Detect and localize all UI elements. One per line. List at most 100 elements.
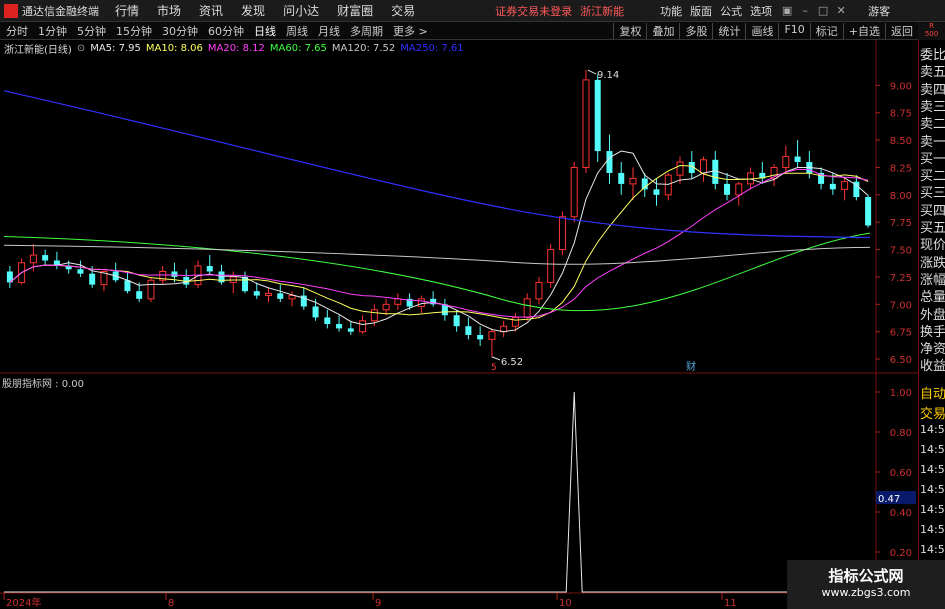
menu-item-options[interactable]: 选项	[750, 3, 772, 19]
price-tick-label: 7.50	[890, 246, 912, 257]
price-tick-label: 8.50	[890, 136, 912, 147]
login-notice[interactable]: 证券交易未登录	[495, 3, 572, 19]
f10-button[interactable]: F10	[778, 22, 809, 39]
candle-body	[324, 317, 331, 325]
adjust-button[interactable]: 复权	[613, 22, 646, 39]
watermark: 指标公式网 www.zbgs3.com	[787, 560, 945, 609]
legend-toggle-icon[interactable]: ⊙	[77, 43, 85, 54]
menu-item-function[interactable]: 功能	[660, 3, 682, 19]
ma120-label: MA120: 7.52	[331, 42, 396, 54]
time-tick-label: 10	[559, 598, 572, 609]
high-marker-line	[587, 69, 597, 75]
tab-intraday[interactable]: 分时	[6, 23, 28, 39]
price-tick-label: 8.75	[890, 109, 912, 120]
low-marker-line	[491, 356, 501, 361]
side-label-14: 总量	[920, 290, 945, 306]
side-label-15: 外盘	[920, 307, 945, 323]
candle-body	[370, 309, 378, 322]
skin-icon[interactable]: ▣	[780, 4, 794, 17]
stats-button[interactable]: 统计	[712, 22, 745, 39]
candle-body	[794, 156, 801, 162]
side-label-7: 买二	[920, 169, 945, 185]
side-label-12: 涨跌	[920, 255, 945, 271]
side-lower-5: 14:56	[920, 483, 945, 496]
candle-body	[147, 279, 155, 300]
side-lower-3: 14:56	[920, 443, 945, 456]
side-lower-2: 14:56	[920, 423, 945, 436]
candle-body	[865, 197, 872, 226]
candle-body	[735, 183, 743, 196]
side-lower-6: 14:56	[920, 503, 945, 516]
tab-5min[interactable]: 5分钟	[77, 23, 106, 39]
tab-60min[interactable]: 60分钟	[208, 23, 244, 39]
indicator-title: 股朋指标网 : 0.00	[2, 379, 84, 390]
side-label-13: 涨幅	[920, 272, 945, 288]
candle-body	[265, 292, 273, 297]
candle-body	[347, 328, 354, 332]
candle-body	[488, 331, 496, 340]
side-label-8: 买三	[920, 186, 945, 202]
tab-weekly[interactable]: 周线	[286, 23, 308, 39]
tab-15min[interactable]: 15分钟	[116, 23, 152, 39]
candle-body	[629, 177, 637, 185]
candle-body	[417, 298, 425, 308]
r-label: R	[929, 22, 934, 30]
candle-body	[782, 156, 790, 168]
candle-body	[724, 183, 731, 195]
guest-label[interactable]: 游客	[868, 3, 890, 19]
tab-daily[interactable]: 日线	[254, 23, 276, 39]
candle-body	[511, 316, 519, 327]
watermark-title: 指标公式网	[828, 567, 904, 585]
price-tick-label: 7.25	[890, 273, 912, 284]
ma-legend: 浙江新能(日线) ⊙ MA5: 7.95 MA10: 8.06 MA20: 8.…	[0, 40, 469, 56]
menu-item-news[interactable]: 资讯	[199, 2, 223, 19]
side-lower-0: 自动	[920, 387, 945, 402]
ma5-line	[9, 150, 869, 333]
overlay-button[interactable]: 叠加	[646, 22, 679, 39]
menu-item-discover[interactable]: 发现	[241, 2, 265, 19]
candle-body	[829, 183, 836, 190]
menu-item-wealth[interactable]: 财富圈	[337, 2, 373, 19]
candle-body	[124, 280, 131, 292]
ma60-line	[3, 232, 871, 312]
menu-item-quotes[interactable]: 行情	[115, 2, 139, 19]
tab-1min[interactable]: 1分钟	[38, 23, 67, 39]
candle-body	[582, 79, 590, 168]
candle-body	[277, 293, 284, 299]
price-tick-label: 6.75	[890, 328, 912, 339]
side-label-11: 现价	[920, 238, 945, 254]
candle-body	[253, 291, 260, 296]
side-label-4: 卖二	[920, 117, 945, 133]
period-toolbar: 分时 1分钟 5分钟 15分钟 30分钟 60分钟 日线 周线 月线 多周期 更…	[0, 22, 918, 40]
ma120-line	[3, 244, 871, 265]
menu-item-layout[interactable]: 版面	[690, 3, 712, 19]
quote-side-panel: 委比 卖五 卖四 卖三 卖二 卖一 买一 买二 买三 买四 买五 现价 涨跌 涨幅 总量 外盘 换手 净资 收益 自动…	[918, 40, 945, 609]
multi-stock-button[interactable]: 多股	[679, 22, 712, 39]
mark-button[interactable]: 标记	[809, 22, 843, 39]
add-watchlist-button[interactable]: +自选	[842, 22, 885, 39]
ma250-label: MA250: 7.61	[400, 42, 464, 54]
candle-body	[570, 166, 578, 218]
menu-item-ask[interactable]: 问小达	[283, 2, 319, 19]
close-icon[interactable]: ✕	[834, 4, 848, 17]
ma60-label: MA60: 7.65	[269, 42, 327, 54]
side-label-1: 卖五	[920, 65, 945, 81]
side-label-18: 收益	[920, 359, 945, 375]
tab-30min[interactable]: 30分钟	[162, 23, 198, 39]
draw-line-button[interactable]: 画线	[745, 22, 778, 39]
indicator-tick-label: 1.00	[890, 388, 912, 399]
kline-chart[interactable]: 9.00 8.75 8.50 8.25 8.00 7.75 7.50 7.25 7.00 6.75…	[0, 40, 918, 609]
minimize-icon[interactable]: –	[798, 4, 812, 17]
tab-more[interactable]: 更多 >	[393, 23, 428, 39]
side-label-6: 买一	[920, 151, 945, 167]
menu-item-market[interactable]: 市场	[157, 2, 181, 19]
maximize-icon[interactable]: □	[816, 4, 830, 17]
side-label-16: 换手	[920, 324, 945, 340]
tab-multi-period[interactable]: 多周期	[350, 23, 383, 39]
side-label-10: 买五	[920, 221, 945, 236]
back-button[interactable]: 返回	[885, 22, 918, 39]
menu-item-formula[interactable]: 公式	[720, 3, 742, 19]
candle-body	[558, 216, 566, 251]
menu-item-trade[interactable]: 交易	[391, 2, 415, 19]
tab-monthly[interactable]: 月线	[318, 23, 340, 39]
